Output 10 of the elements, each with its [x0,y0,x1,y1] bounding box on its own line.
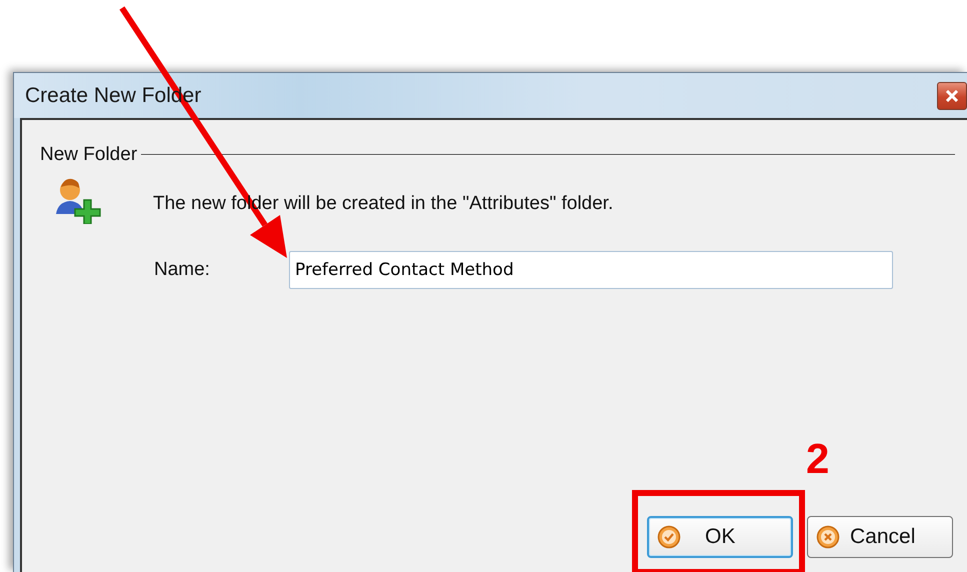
close-icon [945,90,959,102]
name-label: Name: [154,259,211,281]
ok-button[interactable]: OK [647,516,793,558]
name-field[interactable]: Preferred Contact Method [289,251,893,289]
close-button[interactable] [937,82,967,110]
cross-circle-icon [816,525,840,549]
cancel-button[interactable]: Cancel [807,516,953,558]
group-title: New Folder [40,144,138,166]
step-number: 2 [806,438,830,480]
check-circle-icon [657,525,681,549]
